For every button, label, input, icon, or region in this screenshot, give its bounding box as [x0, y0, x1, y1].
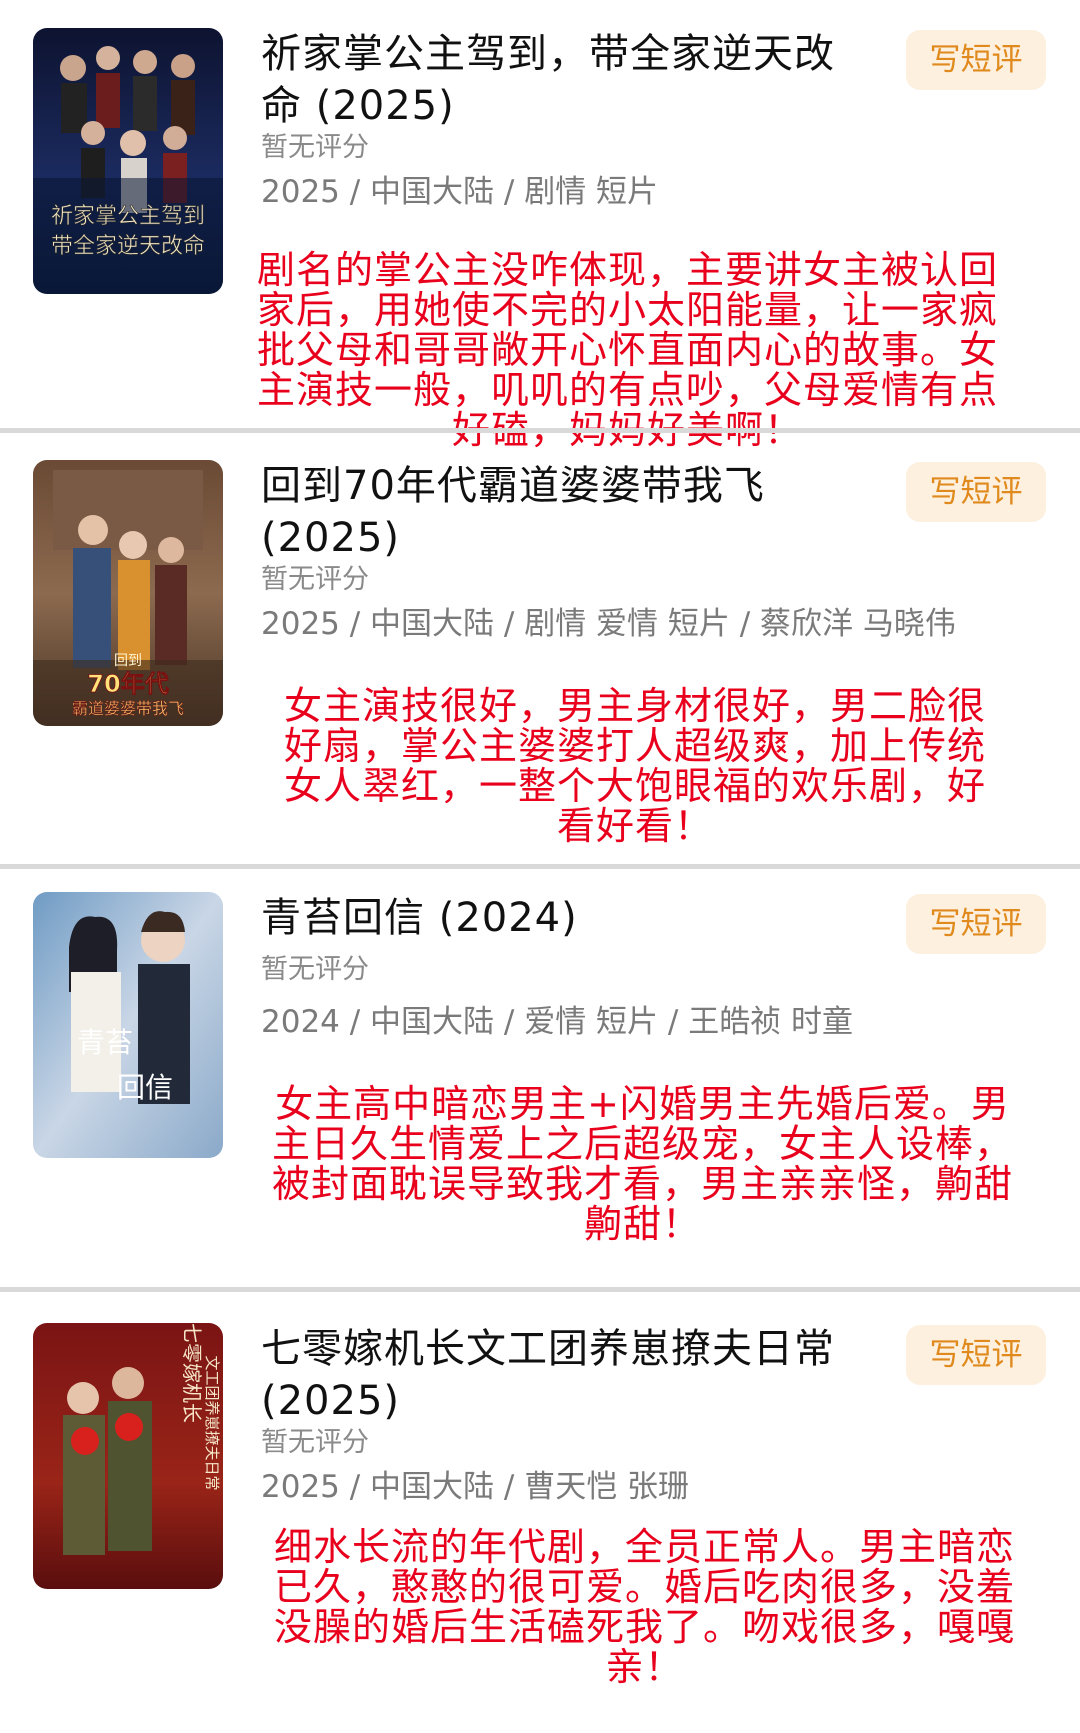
drama-title[interactable]: 祈家掌公主驾到，带全家逆天改命 (2025)	[261, 28, 851, 132]
review-comment: 女主演技很好，男主身材很好，男二脸很好扇，掌公主婆婆打人超级爽，加上传统女人翠红…	[283, 684, 986, 848]
poster-title-line: 文工团养崽撩夫日常	[203, 1355, 221, 1490]
poster-title-line: 霸道婆婆带我飞	[72, 699, 184, 718]
write-review-button[interactable]: 写短评	[906, 30, 1046, 90]
write-review-button[interactable]: 写短评	[906, 894, 1046, 954]
rating-text: 暂无评分	[261, 1427, 369, 1458]
poster-title-line: 七零嫁机长	[180, 1323, 204, 1423]
review-comment: 女主高中暗恋男主+闪婚男主先婚后爱。男主日久生情爱上之后超级宠，女主人设棒，被封…	[271, 1082, 1013, 1246]
poster-image[interactable]: 青苔 回信	[33, 892, 223, 1158]
write-review-button[interactable]: 写短评	[906, 462, 1046, 522]
meta-info: 2025 / 中国大陆 / 曹天恺 张珊	[261, 1469, 690, 1505]
divider	[0, 1287, 1080, 1292]
drama-title[interactable]: 七零嫁机长文工团养崽撩夫日常 (2025)	[261, 1323, 851, 1427]
rating-text: 暂无评分	[261, 564, 369, 595]
poster-title-line: 回信	[117, 1071, 173, 1104]
poster-title-line: 70年代	[87, 670, 168, 698]
poster-image[interactable]: 回到 70年代 霸道婆婆带我飞	[33, 460, 223, 726]
poster-image[interactable]: 祈家掌公主驾到 带全家逆天改命	[33, 28, 223, 294]
meta-info: 2025 / 中国大陆 / 剧情 爱情 短片 / 蔡欣洋 马晓伟	[261, 606, 956, 642]
rating-text: 暂无评分	[261, 954, 369, 985]
divider	[0, 428, 1080, 433]
poster-image[interactable]: 七零嫁机长 文工团养崽撩夫日常	[33, 1323, 223, 1589]
meta-info: 2025 / 中国大陆 / 剧情 短片	[261, 174, 659, 210]
drama-title[interactable]: 回到70年代霸道婆婆带我飞 (2025)	[261, 460, 851, 564]
poster-title-line: 带全家逆天改命	[51, 234, 205, 259]
poster-title-line: 青苔	[77, 1026, 133, 1059]
write-review-button[interactable]: 写短评	[906, 1325, 1046, 1385]
review-comment: 剧名的掌公主没咋体现，主要讲女主被认回家后，用她使不完的小太阳能量，让一家疯批父…	[256, 248, 998, 452]
meta-info: 2024 / 中国大陆 / 爱情 短片 / 王皓祯 时童	[261, 1004, 854, 1040]
poster-title-line: 回到	[114, 653, 142, 669]
review-comment: 细水长流的年代剧，全员正常人。男主暗恋已久，憨憨的很可爱。婚后吃肉很多，没羞没臊…	[273, 1525, 1015, 1689]
drama-title[interactable]: 青苔回信 (2024)	[261, 892, 851, 944]
poster-title-line: 祈家掌公主驾到	[51, 204, 205, 229]
rating-text: 暂无评分	[261, 132, 369, 163]
divider	[0, 864, 1080, 869]
